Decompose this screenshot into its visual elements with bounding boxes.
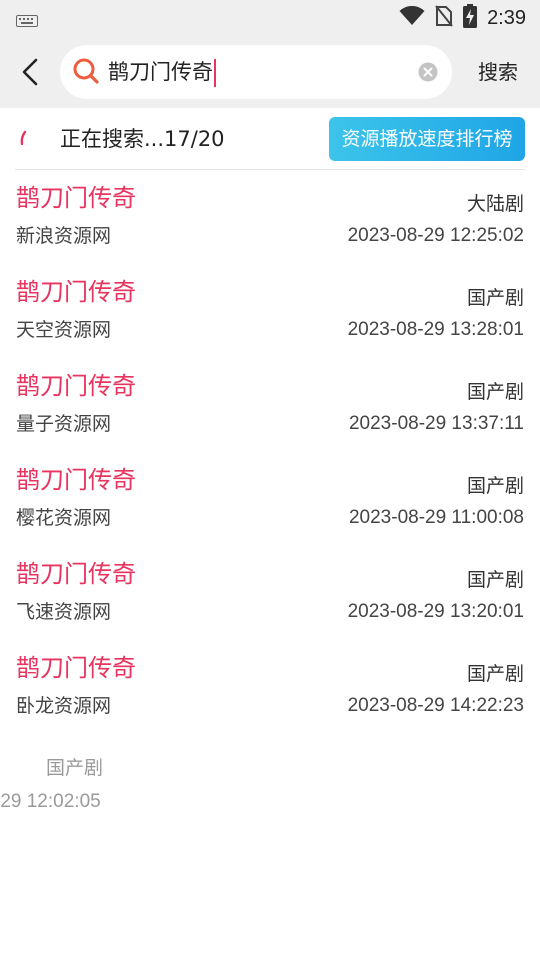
- list-item[interactable]: 鹊刀门传奇 国产剧 卧龙资源网 2023-08-29 14:22:23: [0, 640, 540, 734]
- wifi-icon: [399, 5, 425, 30]
- chevron-left-icon[interactable]: [16, 54, 46, 90]
- loading-spinner-icon: [18, 130, 28, 146]
- result-title: 鹊刀门传奇: [16, 654, 136, 682]
- result-source: 量子资源网: [16, 413, 112, 435]
- result-time: 2023-08-29 14:22:23: [347, 695, 524, 716]
- clear-icon[interactable]: [418, 62, 438, 86]
- result-source: 天空资源网: [16, 319, 112, 341]
- search-progress-row: 正在搜索...17/20 资源播放速度排行榜: [0, 108, 540, 170]
- result-time: 2023-08-29 11:00:08: [348, 507, 524, 528]
- partial-item-genre: 国产剧: [46, 757, 104, 779]
- text-caret: [214, 59, 216, 87]
- battery-charging-icon: [463, 4, 478, 32]
- result-genre: 国产剧: [466, 569, 524, 591]
- result-genre: 国产剧: [466, 663, 524, 685]
- search-progress-text: 正在搜索...17/20: [60, 127, 225, 151]
- clock: 2:39: [487, 6, 526, 29]
- search-input[interactable]: 鹊刀门传奇: [60, 45, 452, 99]
- result-source: 飞速资源网: [16, 601, 112, 623]
- result-time: 2023-08-29 12:25:02: [347, 225, 524, 246]
- status-bar: 2:39: [0, 0, 540, 36]
- partial-item-time: -29 12:02:05: [0, 791, 101, 812]
- result-title: 鹊刀门传奇: [16, 278, 136, 306]
- search-button[interactable]: 搜索: [478, 58, 518, 86]
- result-title: 鹊刀门传奇: [16, 560, 136, 588]
- list-item[interactable]: 鹊刀门传奇 国产剧 樱花资源网 2023-08-29 11:00:08: [0, 452, 540, 546]
- search-bar: 鹊刀门传奇 搜索: [0, 36, 540, 108]
- result-source: 樱花资源网: [16, 507, 112, 529]
- speed-ranking-button[interactable]: 资源播放速度排行榜: [329, 117, 525, 161]
- list-item[interactable]: 鹊刀门传奇 国产剧 量子资源网 2023-08-29 13:37:11: [0, 358, 540, 452]
- list-item[interactable]: 鹊刀门传奇 国产剧 飞速资源网 2023-08-29 13:20:01: [0, 546, 540, 640]
- result-time: 2023-08-29 13:20:01: [347, 601, 524, 622]
- result-title: 鹊刀门传奇: [16, 372, 136, 400]
- search-icon: [72, 57, 100, 91]
- keyboard-icon: [16, 12, 38, 31]
- result-genre: 国产剧: [466, 287, 524, 309]
- result-source: 新浪资源网: [16, 225, 112, 247]
- result-genre: 大陆剧: [466, 193, 524, 215]
- result-time: 2023-08-29 13:37:11: [348, 413, 524, 434]
- list-item[interactable]: 鹊刀门传奇 国产剧 天空资源网 2023-08-29 13:28:01: [0, 264, 540, 358]
- search-query[interactable]: 鹊刀门传奇: [108, 57, 216, 87]
- result-source: 卧龙资源网: [16, 695, 112, 717]
- result-time: 2023-08-29 13:28:01: [347, 319, 524, 340]
- result-title: 鹊刀门传奇: [16, 184, 136, 212]
- list-item[interactable]: 鹊刀门传奇 大陆剧 新浪资源网 2023-08-29 12:25:02: [0, 170, 540, 264]
- result-genre: 国产剧: [466, 475, 524, 497]
- no-sim-icon: [435, 5, 453, 31]
- result-title: 鹊刀门传奇: [16, 466, 136, 494]
- result-genre: 国产剧: [466, 381, 524, 403]
